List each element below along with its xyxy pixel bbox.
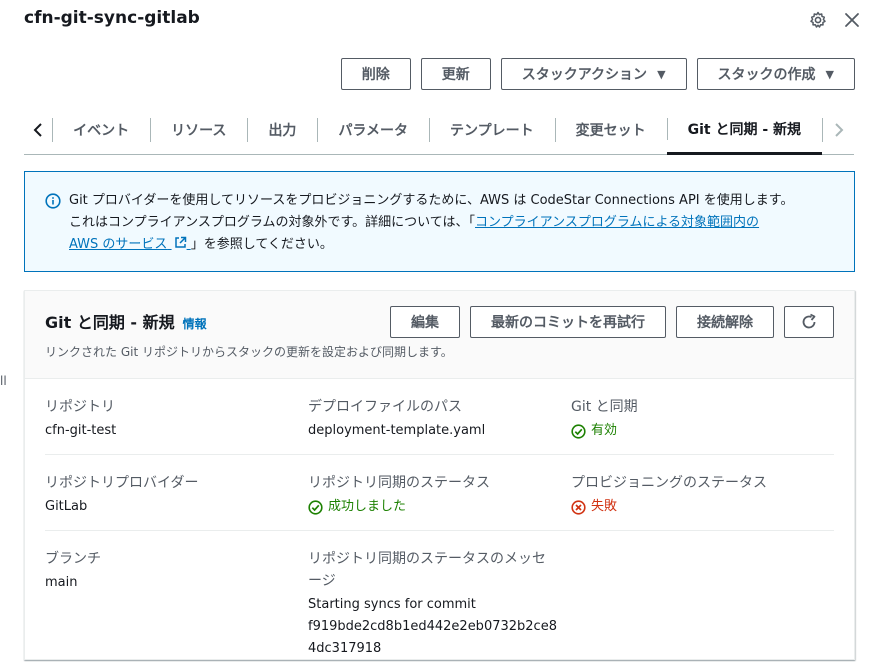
repository-field: リポジトリ cfn-git-test <box>45 379 308 454</box>
tab-outputs[interactable]: 出力 <box>247 106 317 154</box>
details-grid: リポジトリ cfn-git-test デプロイファイルのパス deploymen… <box>25 379 854 662</box>
disconnect-button[interactable]: 接続解除 <box>676 306 774 338</box>
compliance-link-continued[interactable]: AWS のサービス <box>69 236 191 252</box>
field-label: Git と同期 <box>571 399 638 415</box>
info-icon <box>45 193 61 217</box>
status-text: 成功しました <box>328 499 407 514</box>
status-enabled: 有効 <box>571 420 834 442</box>
chevron-right-icon <box>834 123 843 137</box>
close-button[interactable] <box>840 8 864 32</box>
branch-field: ブランチ main <box>45 531 308 662</box>
settings-gear-icon[interactable] <box>806 8 830 32</box>
tab-bar: イベント リソース 出力 パラメータ テンプレート 変更セット Git と同期 … <box>24 106 854 155</box>
info-line-2: これはコンプライアンスプログラムの対象外です。詳細については、「コンプライアンス… <box>69 212 834 234</box>
status-text: 有効 <box>591 423 618 438</box>
tab-events[interactable]: イベント <box>52 106 150 154</box>
stack-actions-bar: 削除 更新 スタックアクション ▼ スタックの作成 ▼ <box>340 58 855 90</box>
field-value: deployment-template.yaml <box>308 423 486 438</box>
repo-sync-status-field: リポジトリ同期のステータス 成功しました <box>308 455 571 530</box>
tabs-scroll-left-button[interactable] <box>24 106 52 154</box>
compliance-link[interactable]: コンプライアンスプログラムによる対象範囲内の <box>475 215 759 230</box>
panel-description: リンクされた Git リポジトリからスタックの更新を設定および同期します。 <box>45 345 453 359</box>
tab-parameters[interactable]: パラメータ <box>317 106 429 154</box>
git-sync-panel: Git と同期 - 新規 情報 リンクされた Git リポジトリからスタックの更… <box>24 290 855 660</box>
field-label: デプロイファイルのパス <box>308 399 462 415</box>
external-link-icon <box>174 236 186 248</box>
details-row: ブランチ main リポジトリ同期のステータスのメッセージ Starting s… <box>45 531 834 662</box>
field-label: リポジトリ <box>45 399 115 415</box>
field-label: リポジトリ同期のステータスのメッセージ <box>308 551 546 589</box>
refresh-icon <box>802 313 816 329</box>
info-line-1: Git プロバイダーを使用してリソースをプロビジョニングするために、AWS は … <box>69 193 794 208</box>
git-sync-field: Git と同期 有効 <box>571 379 834 454</box>
details-row: リポジトリプロバイダー GitLab リポジトリ同期のステータス 成功しました … <box>45 455 834 531</box>
info-line-2-text: これはコンプライアンスプログラムの対象外です。詳細については、「 <box>69 215 475 230</box>
field-value: Starting syncs for commit <box>308 597 476 612</box>
retry-latest-commit-button[interactable]: 最新のコミットを再試行 <box>470 306 666 338</box>
edit-button[interactable]: 編集 <box>390 306 460 338</box>
tab-change-sets[interactable]: 変更セット <box>554 106 667 154</box>
chevron-left-icon <box>33 123 42 137</box>
field-label: リポジトリプロバイダー <box>45 475 199 491</box>
sync-message-field: リポジトリ同期のステータスのメッセージ Starting syncs for c… <box>308 531 571 662</box>
panel-header: Git と同期 - 新規 情報 リンクされた Git リポジトリからスタックの更… <box>25 291 854 379</box>
window-controls <box>806 8 864 32</box>
status-failed: 失敗 <box>571 496 834 518</box>
tab-resources[interactable]: リソース <box>150 106 247 154</box>
stack-actions-label: スタックアクション <box>521 67 648 83</box>
side-divider-mark: ll <box>0 374 7 388</box>
status-succeeded: 成功しました <box>308 496 571 518</box>
refresh-button[interactable] <box>784 306 834 338</box>
panel-title-text: Git と同期 - 新規 <box>45 313 175 332</box>
update-button[interactable]: 更新 <box>420 58 491 90</box>
page-title: cfn-git-sync-gitlab <box>24 8 200 28</box>
stack-actions-dropdown[interactable]: スタックアクション ▼ <box>500 58 687 90</box>
info-link[interactable]: 情報 <box>183 315 207 332</box>
empty-cell <box>571 531 834 662</box>
panel-actions: 編集 最新のコミットを再試行 接続解除 <box>390 306 834 338</box>
field-label: プロビジョニングのステータス <box>571 475 767 491</box>
delete-button[interactable]: 削除 <box>340 58 411 90</box>
link-text: AWS のサービス <box>69 237 168 252</box>
details-row: リポジトリ cfn-git-test デプロイファイルのパス deploymen… <box>45 379 834 455</box>
caret-down-icon: ▼ <box>825 67 834 81</box>
create-stack-label: スタックの作成 <box>717 67 816 83</box>
info-line-3: AWS のサービス 」を参照してください。 <box>69 234 834 256</box>
info-line-3-text: 」を参照してください。 <box>190 237 333 252</box>
tab-template[interactable]: テンプレート <box>429 106 555 154</box>
field-value: main <box>45 575 78 590</box>
create-stack-dropdown[interactable]: スタックの作成 ▼ <box>696 58 855 90</box>
field-label: ブランチ <box>45 551 101 567</box>
provisioning-status-field: プロビジョニングのステータス 失敗 <box>571 455 834 530</box>
provider-field: リポジトリプロバイダー GitLab <box>45 455 308 530</box>
field-value: cfn-git-test <box>45 423 117 438</box>
field-label: リポジトリ同期のステータス <box>308 475 490 491</box>
info-alert: Git プロバイダーを使用してリソースをプロビジョニングするために、AWS は … <box>24 171 855 272</box>
field-value: GitLab <box>45 499 88 514</box>
error-x-icon <box>571 499 586 515</box>
gear-icon <box>810 11 826 28</box>
tabs-scroll-right-button[interactable] <box>822 118 854 142</box>
success-check-icon <box>308 499 323 515</box>
commit-id: f919bde2cd8b1ed442e2eb0732b2ce84dc317918 <box>308 619 557 656</box>
success-check-icon <box>571 423 586 439</box>
status-text: 失敗 <box>591 499 618 514</box>
tab-git-sync[interactable]: Git と同期 - 新規 <box>666 106 823 155</box>
close-icon <box>845 13 859 27</box>
caret-down-icon: ▼ <box>657 67 666 81</box>
deploy-path-field: デプロイファイルのパス deployment-template.yaml <box>308 379 571 454</box>
